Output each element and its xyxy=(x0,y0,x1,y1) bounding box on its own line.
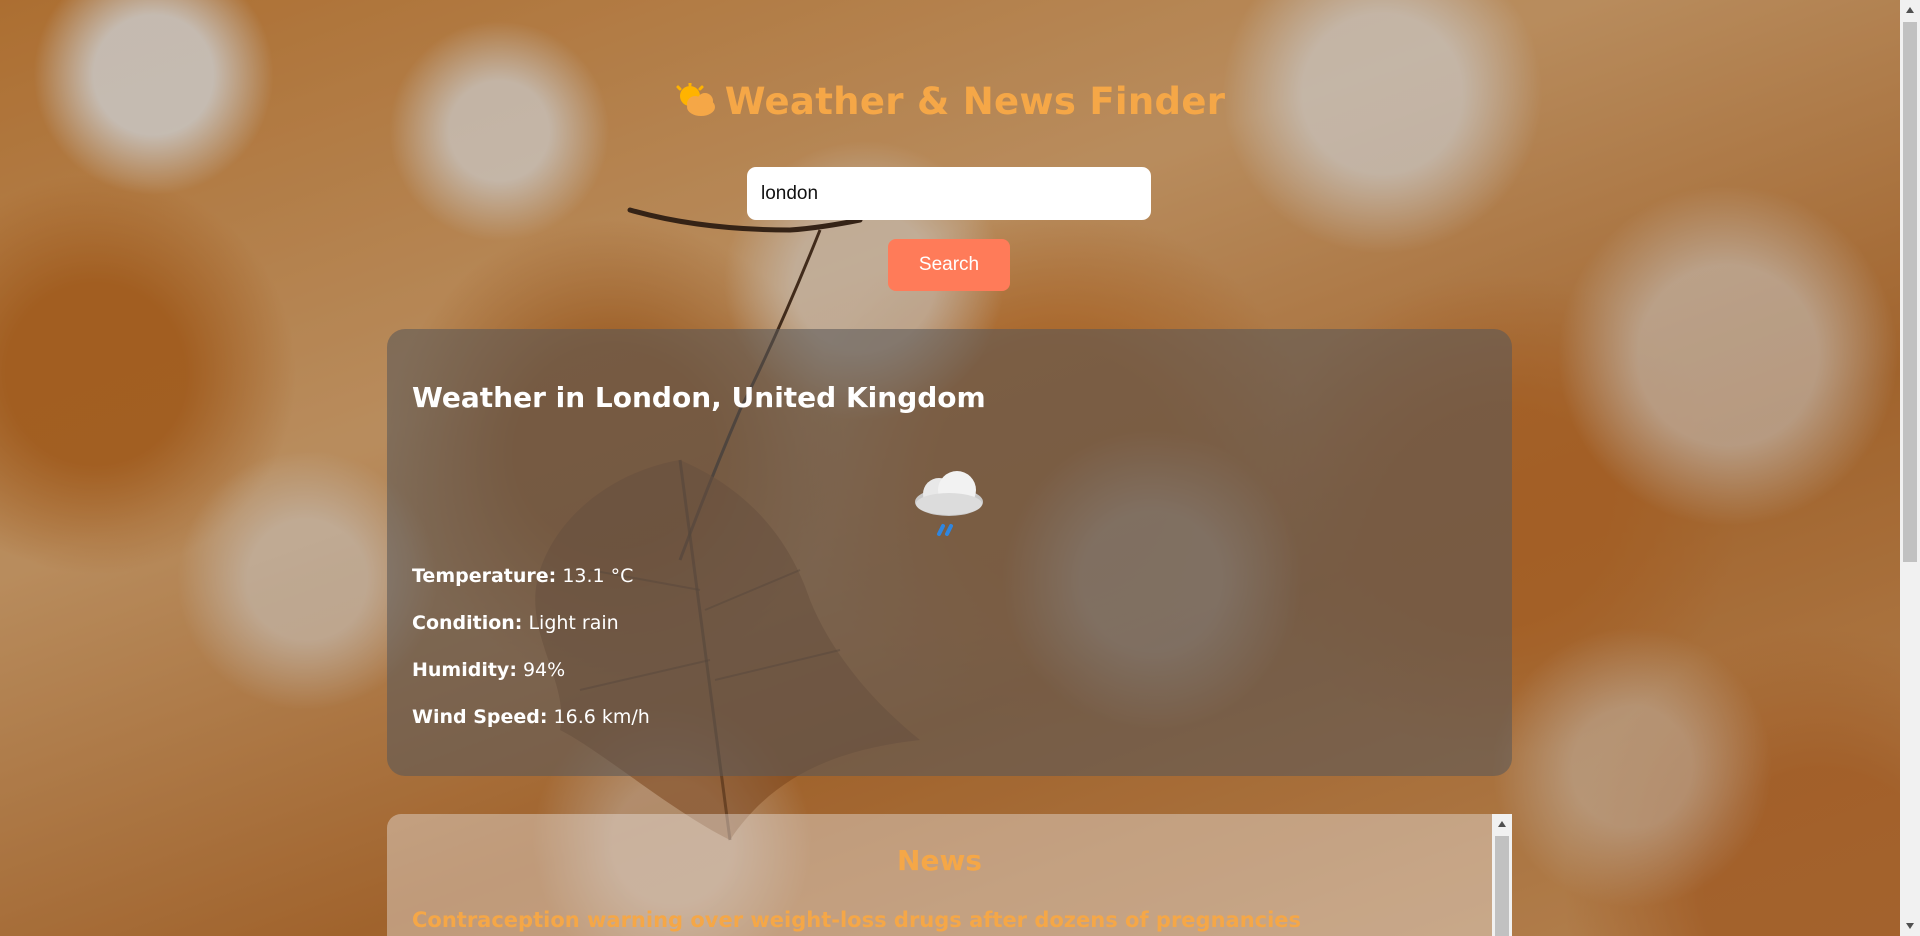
app-title-text: Weather & News Finder xyxy=(724,80,1226,123)
scroll-down-arrow-icon[interactable] xyxy=(1900,916,1920,936)
news-article-link[interactable]: Contraception warning over weight-loss d… xyxy=(412,908,1301,932)
wind-speed-row: Wind Speed: 16.6 km/h xyxy=(412,706,650,728)
temperature-label: Temperature: xyxy=(412,565,557,587)
browser-viewport: Weather & News Finder Search Weather in … xyxy=(0,0,1920,936)
humidity-label: Humidity: xyxy=(412,659,517,681)
weather-card: Weather in London, United Kingdom Temper… xyxy=(387,329,1512,776)
news-card: News Contraception warning over weight-l… xyxy=(387,814,1512,936)
wind-speed-value: 16.6 km/h xyxy=(553,706,650,728)
wind-speed-label: Wind Speed: xyxy=(412,706,548,728)
scroll-up-arrow-icon[interactable] xyxy=(1900,0,1920,20)
weather-heading: Weather in London, United Kingdom xyxy=(412,381,986,414)
app-title: Weather & News Finder xyxy=(0,80,1900,126)
condition-value: Light rain xyxy=(528,612,619,634)
page-scroll-thumb[interactable] xyxy=(1903,22,1917,562)
news-heading: News xyxy=(897,844,982,877)
page-scrollbar[interactable] xyxy=(1900,0,1920,936)
news-scroll-thumb[interactable] xyxy=(1495,836,1509,936)
page-content: Weather & News Finder Search Weather in … xyxy=(0,0,1900,936)
humidity-row: Humidity: 94% xyxy=(412,659,565,681)
sun-behind-cloud-icon xyxy=(675,81,717,126)
humidity-value: 94% xyxy=(522,659,566,681)
news-scrollbar[interactable] xyxy=(1492,814,1512,936)
condition-row: Condition: Light rain xyxy=(412,612,619,634)
temperature-row: Temperature: 13.1 °C xyxy=(412,565,633,587)
temperature-value: 13.1 °C xyxy=(562,565,634,587)
city-search-input[interactable] xyxy=(747,167,1151,220)
search-button[interactable]: Search xyxy=(888,239,1010,291)
cloud-with-rain-icon xyxy=(909,462,989,542)
scroll-up-arrow-icon[interactable] xyxy=(1492,814,1512,834)
condition-label: Condition: xyxy=(412,612,523,634)
